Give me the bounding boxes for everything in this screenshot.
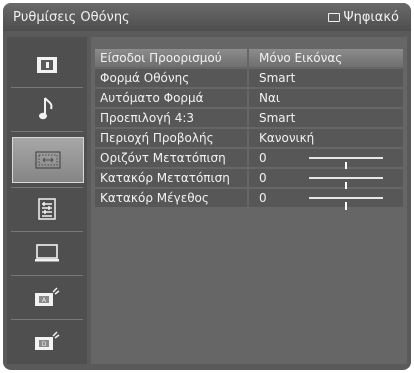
sidebar-divider [11, 275, 83, 276]
setting-value: Ναι [249, 89, 403, 107]
horizontal-shift-slider[interactable] [309, 157, 383, 170]
sidebar-item-picture[interactable] [11, 49, 83, 81]
sidebar-divider [11, 319, 83, 320]
setting-label: Αυτόματο Φορμά [95, 89, 247, 107]
settings-panel: Είσοδοι Προορισμού Μόνο Εικόνας Φορμά Οθ… [91, 37, 407, 364]
setting-row-target-inputs[interactable]: Είσοδοι Προορισμού Μόνο Εικόνας [95, 49, 403, 67]
menu-sidebar: A D [7, 37, 87, 364]
vertical-shift-slider[interactable] [309, 177, 383, 190]
setting-label: Είσοδοι Προορισμού [95, 49, 247, 67]
sidebar-divider [11, 187, 83, 188]
vertical-size-slider[interactable] [309, 197, 383, 210]
setting-value: 0 [249, 189, 403, 210]
slider-thumb[interactable] [345, 202, 347, 210]
setup-list-icon [38, 198, 56, 220]
setting-label: Περιοχή Προβολής [95, 129, 247, 147]
setting-label: Κατακόρ Μέγεθος [95, 189, 247, 207]
setting-value: Κανονική [249, 129, 403, 147]
sidebar-item-digital[interactable]: D [11, 325, 83, 357]
source-label: Ψηφιακό [343, 10, 399, 25]
slider-value: 0 [259, 151, 267, 165]
setting-row-default-4-3[interactable]: Προεπιλογή 4:3 Smart [95, 109, 403, 127]
setting-label: Προεπιλογή 4:3 [95, 109, 247, 127]
sidebar-item-sound[interactable] [11, 93, 83, 125]
setting-label: Κατακόρ Μετατόπιση [95, 169, 247, 187]
sidebar-item-analog[interactable]: A [11, 281, 83, 313]
analog-channel-icon: A [35, 287, 60, 306]
tv-menu-window: Ρυθμίσεις Οθόνης Ψηφιακό A D Είσοδοι Προ… [3, 3, 411, 370]
sidebar-item-pc[interactable] [11, 237, 83, 269]
setting-row-vertical-size[interactable]: Κατακόρ Μέγεθος 0 [95, 189, 403, 210]
sidebar-divider [11, 231, 83, 232]
setting-value: Μόνο Εικόνας [249, 49, 403, 67]
svg-text:D: D [42, 341, 47, 348]
slider-value: 0 [259, 171, 267, 185]
tv-icon [328, 13, 341, 22]
setting-row-auto-format[interactable]: Αυτόματο Φορμά Ναι [95, 89, 403, 107]
sound-menu-icon [39, 97, 53, 120]
setting-value: Smart [249, 109, 403, 127]
slider-value: 0 [259, 191, 267, 205]
sidebar-item-screen[interactable] [12, 137, 84, 183]
setting-label: Οριζόντ Μετατόπιση [95, 149, 247, 167]
setting-label: Φορμά Οθόνης [95, 69, 247, 87]
setting-row-horizontal-shift[interactable]: Οριζόντ Μετατόπιση 0 [95, 149, 403, 170]
digital-channel-icon: D [35, 331, 60, 350]
sidebar-divider [11, 131, 83, 132]
menu-header: Ρυθμίσεις Οθόνης Ψηφιακό [3, 3, 411, 31]
setting-value: Smart [249, 69, 403, 87]
screen-menu-icon [35, 151, 61, 169]
pc-monitor-icon [35, 244, 59, 262]
setting-row-screen-format[interactable]: Φορμά Οθόνης Smart [95, 69, 403, 87]
menu-title: Ρυθμίσεις Οθόνης [13, 10, 130, 25]
setting-value: 0 [249, 169, 403, 190]
setting-row-vertical-shift[interactable]: Κατακόρ Μετατόπιση 0 [95, 169, 403, 190]
picture-menu-icon [37, 57, 57, 73]
setting-row-display-area[interactable]: Περιοχή Προβολής Κανονική [95, 129, 403, 147]
source-indicator: Ψηφιακό [328, 10, 399, 25]
sidebar-divider [11, 87, 83, 88]
sidebar-item-setup[interactable] [11, 193, 83, 225]
setting-value: 0 [249, 149, 403, 170]
